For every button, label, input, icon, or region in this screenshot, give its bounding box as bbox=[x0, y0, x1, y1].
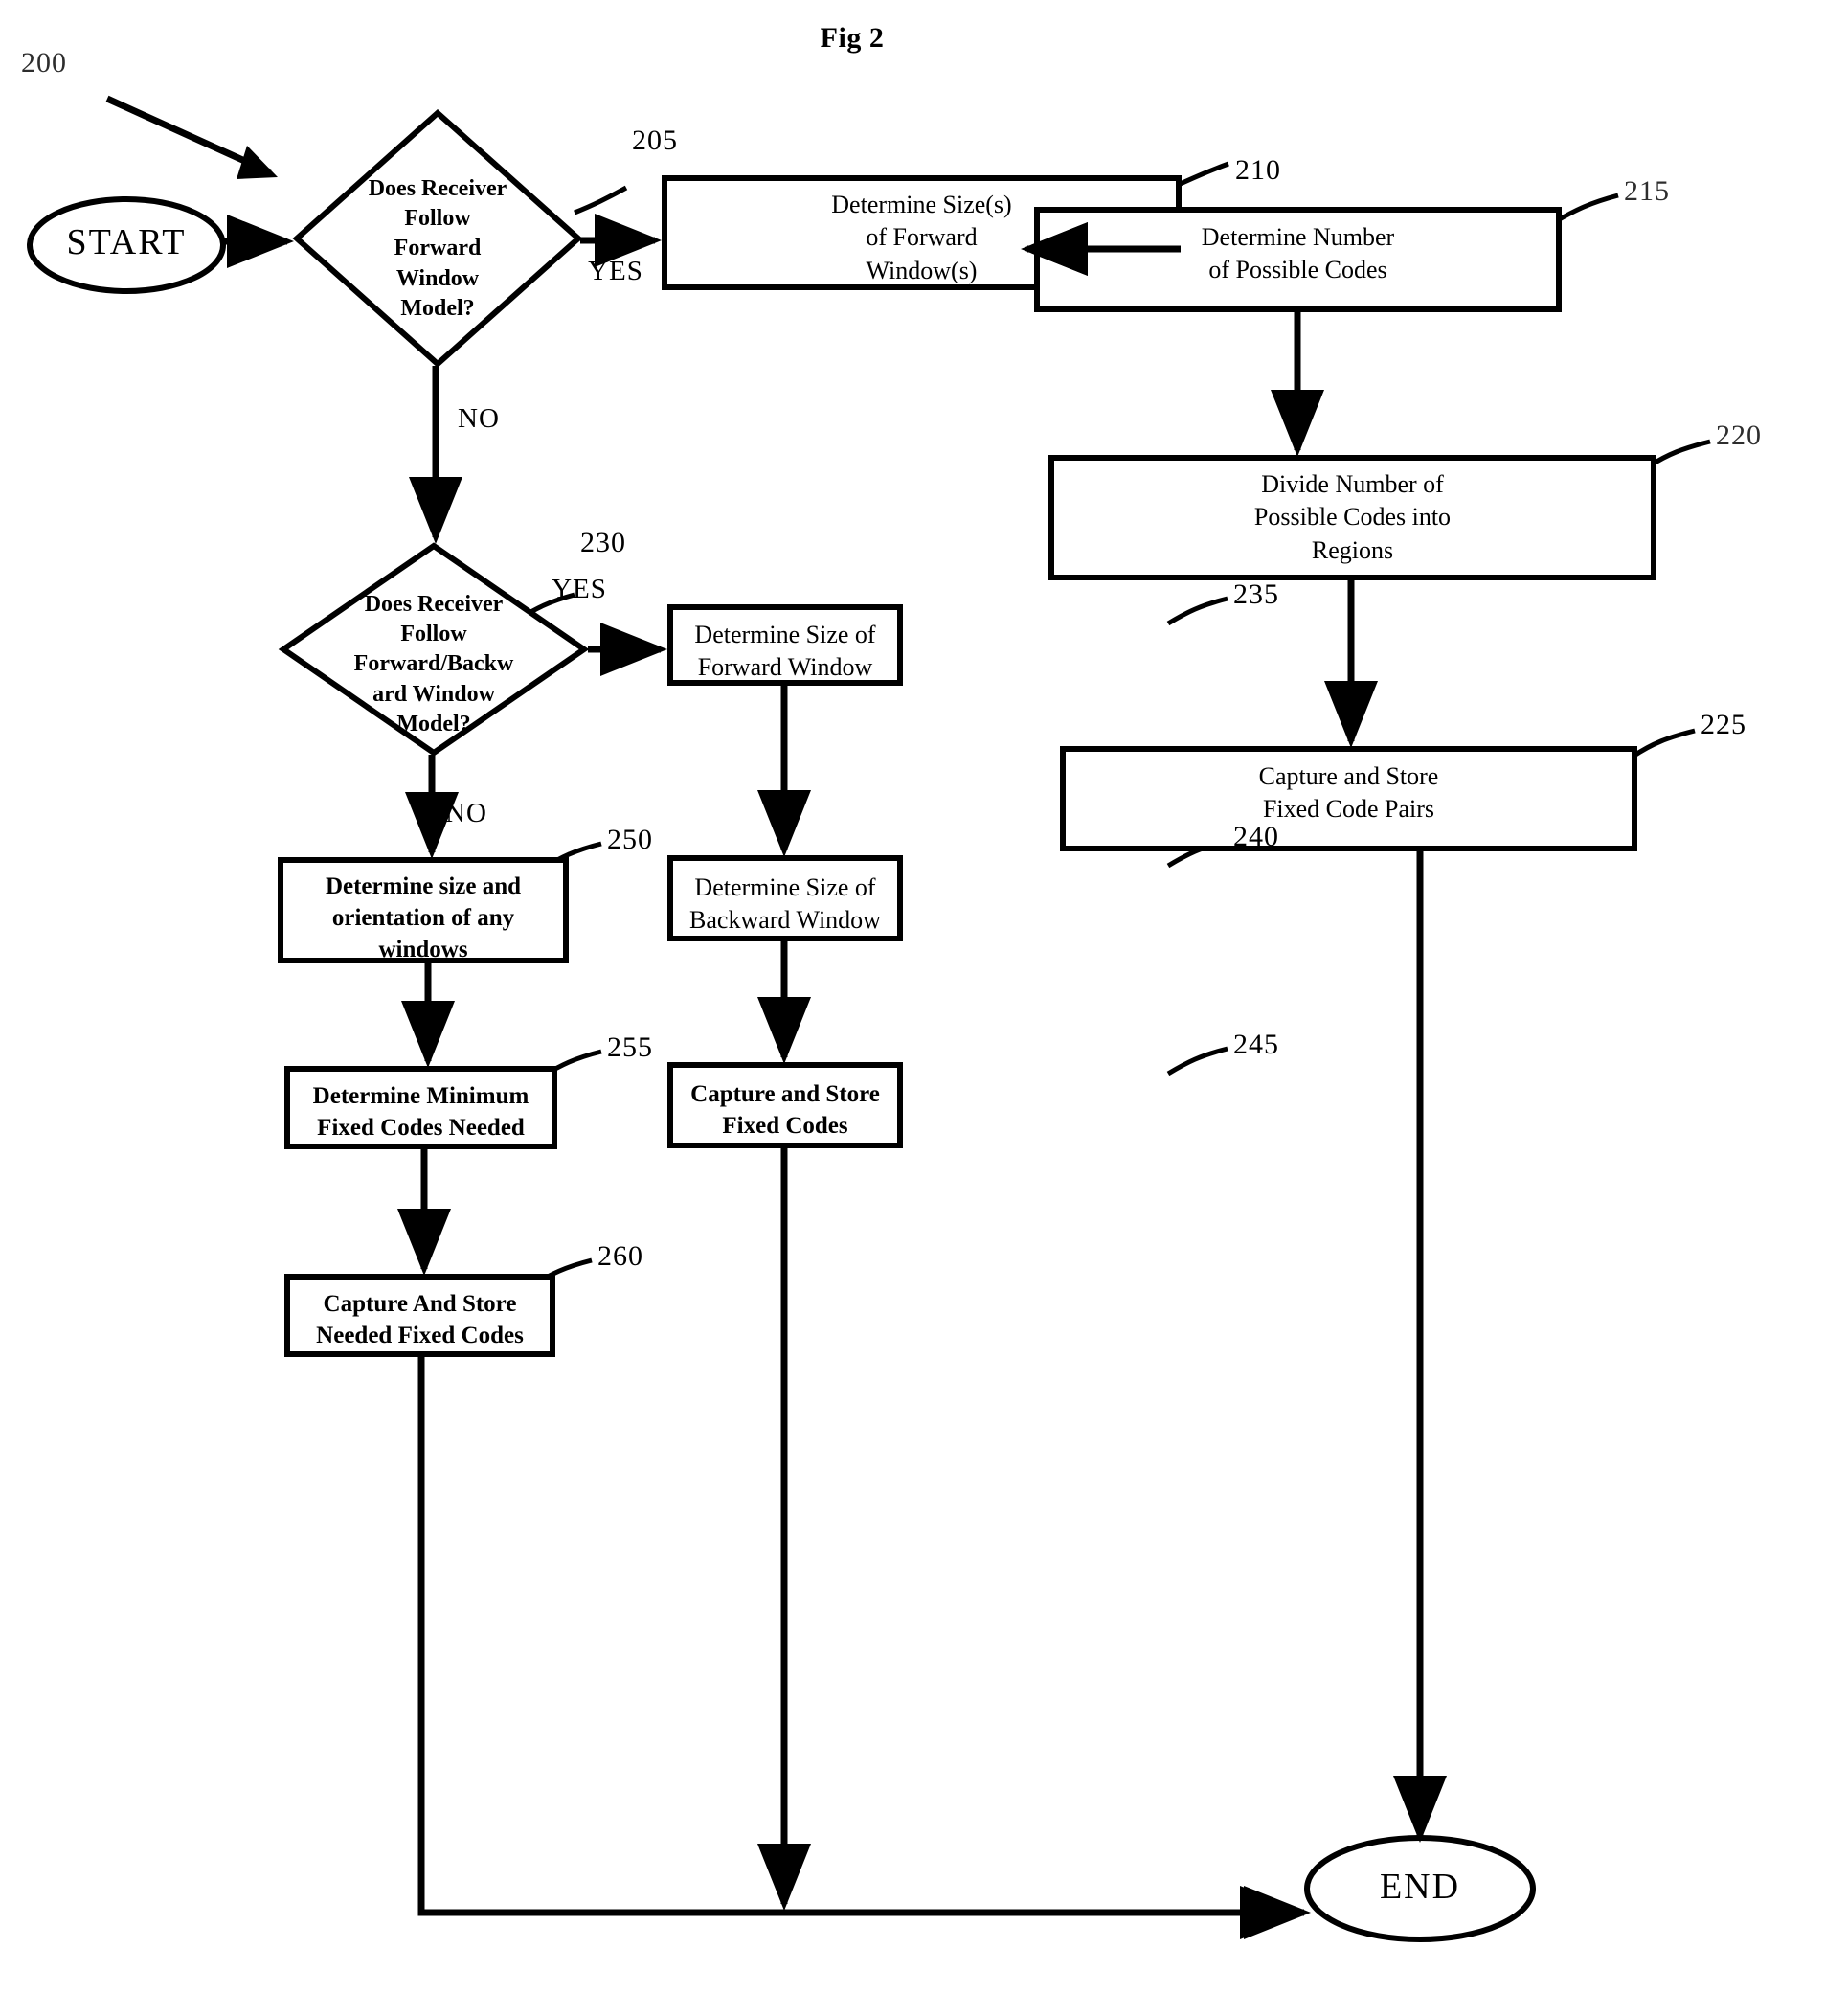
leader-215 bbox=[1554, 193, 1619, 224]
ref-numeral-260: 260 bbox=[597, 1240, 643, 1272]
decision-230-label: Does Receiver Follow Forward/Backw ard W… bbox=[353, 592, 514, 736]
process-225-label: Capture and Store Fixed Code Pairs bbox=[1258, 762, 1439, 824]
ref-numeral-220: 220 bbox=[1716, 419, 1762, 451]
ref-numeral-225: 225 bbox=[1701, 709, 1746, 740]
ref-numeral-255: 255 bbox=[607, 1031, 653, 1063]
ref-numeral-245: 245 bbox=[1233, 1029, 1279, 1060]
ref-numeral-210: 210 bbox=[1235, 154, 1281, 186]
decision-205-label: Does Receiver Follow Forward Window Mode… bbox=[368, 176, 507, 321]
ref-numeral-215: 215 bbox=[1624, 175, 1670, 207]
ref-numeral-230: 230 bbox=[580, 527, 626, 558]
process-260-label: Capture And Store Needed Fixed Codes bbox=[316, 1291, 524, 1348]
leader-245 bbox=[1166, 1046, 1228, 1076]
edge-label-no-230: NO bbox=[445, 798, 487, 828]
ref-numeral-250: 250 bbox=[607, 824, 653, 855]
leader-205 bbox=[574, 185, 628, 215]
leader-220 bbox=[1647, 439, 1711, 469]
process-235-label: Determine Size of Forward Window bbox=[694, 621, 876, 682]
end-terminator-label: END bbox=[1379, 1867, 1461, 1907]
leader-225 bbox=[1631, 728, 1696, 759]
edge-label-yes-205: YES bbox=[588, 256, 643, 286]
ref-numeral-200: 200 bbox=[21, 47, 67, 79]
figure-sheet: Fig 2 200 START Does Receiver Follow For… bbox=[0, 0, 1825, 2016]
leader-235 bbox=[1166, 596, 1228, 626]
ref-numeral-205: 205 bbox=[632, 125, 678, 156]
figure-title: Fig 2 bbox=[820, 22, 885, 54]
edge-label-no-205: NO bbox=[458, 403, 500, 434]
process-215-label: Determine Number of Possible Codes bbox=[1201, 223, 1395, 284]
process-250-label: Determine size and orientation of any wi… bbox=[325, 873, 522, 963]
process-255-label: Determine Minimum Fixed Codes Needed bbox=[312, 1083, 529, 1141]
ref-200-arrowhead bbox=[237, 146, 278, 179]
process-220-label: Divide Number of Possible Codes into Reg… bbox=[1253, 470, 1452, 564]
leader-210 bbox=[1174, 161, 1229, 189]
edge-label-yes-230: YES bbox=[552, 574, 607, 604]
start-terminator-label: START bbox=[66, 222, 187, 262]
process-245-label: Capture and Store Fixed Codes bbox=[690, 1081, 880, 1139]
process-240-label: Determine Size of Backward Window bbox=[689, 873, 881, 935]
conn-260-to-end-rail bbox=[417, 1356, 1311, 1939]
ref-numeral-240: 240 bbox=[1233, 821, 1279, 852]
ref-numeral-235: 235 bbox=[1233, 578, 1279, 610]
flowchart-canvas bbox=[27, 95, 1711, 1942]
